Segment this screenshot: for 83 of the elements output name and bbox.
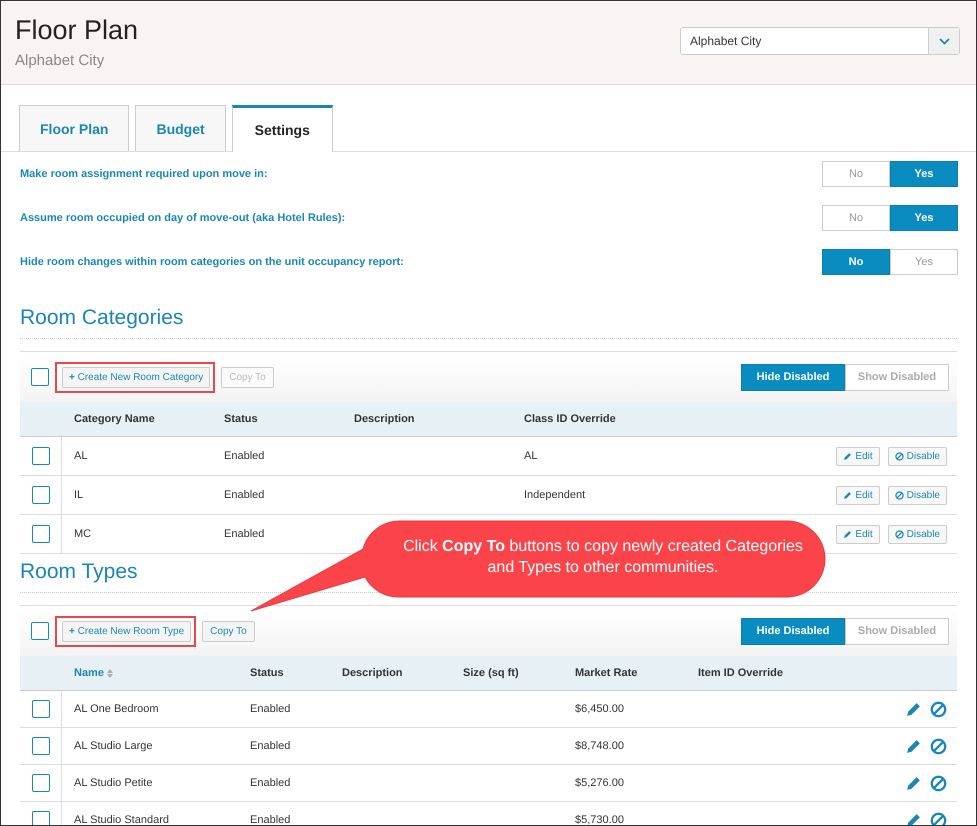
table-cell: Independent [524, 489, 586, 501]
column-header: Category Name [74, 413, 155, 425]
create-button[interactable]: + Create New Room Type [62, 620, 192, 642]
edit-icon[interactable] [905, 738, 922, 754]
row-checkbox[interactable] [32, 525, 50, 543]
pencil-icon [843, 490, 852, 500]
disable-button[interactable]: Disable [888, 446, 947, 466]
table-cell: $5,730.00 [575, 814, 624, 825]
toggle-option[interactable]: No [822, 161, 890, 187]
filter-toggle[interactable]: Show Disabled [845, 364, 949, 390]
table-cell: Enabled [224, 528, 264, 540]
row-checkbox[interactable] [32, 811, 50, 825]
ban-icon [894, 490, 904, 500]
row-checkbox[interactable] [32, 774, 50, 792]
edit-button[interactable]: Edit [836, 486, 880, 504]
toggle-option[interactable]: Yes [890, 161, 958, 187]
disable-button[interactable]: Disable [888, 486, 947, 504]
disable-icon[interactable] [930, 738, 947, 754]
page-subtitle: Alphabet City [15, 52, 106, 69]
edit-icon[interactable] [905, 812, 922, 825]
disable-button[interactable]: Disable [888, 524, 947, 544]
table-cell: IL [74, 489, 84, 501]
table-cell: AL One Bedroom [74, 703, 159, 715]
column-header: Item ID Override [698, 667, 783, 679]
pencil-icon [843, 452, 852, 460]
table-cell: Enabled [224, 450, 264, 462]
row-checkbox[interactable] [32, 486, 50, 504]
filter-toggle[interactable]: Show Disabled [845, 618, 949, 644]
table-cell: Enabled [250, 814, 290, 825]
table-cell: Enabled [250, 740, 290, 752]
setting-label: Make room assignment required upon move in: [20, 168, 268, 180]
row-checkbox[interactable] [32, 700, 50, 718]
column-header[interactable]: Name [74, 667, 104, 679]
row-checkbox[interactable] [32, 447, 50, 465]
table-cell: MC [74, 528, 92, 540]
tab[interactable]: Budget [135, 105, 226, 151]
select-all-checkbox[interactable] [31, 368, 49, 386]
filter-toggle[interactable]: Hide Disabled [741, 364, 845, 390]
column-header: Status [250, 667, 284, 679]
disable-icon[interactable] [930, 812, 947, 825]
edit-icon[interactable] [905, 774, 922, 792]
table-cell: AL [524, 450, 538, 462]
toggle-option[interactable]: No [822, 205, 890, 231]
ban-icon [894, 530, 904, 538]
row-checkbox[interactable] [32, 737, 50, 755]
table-cell: AL Studio Standard [74, 814, 169, 825]
edit-icon[interactable] [905, 700, 922, 718]
column-header: Size (sq ft) [463, 667, 519, 679]
column-header: Status [224, 413, 258, 425]
column-header: Class ID Override [524, 413, 616, 425]
select-all-checkbox[interactable] [31, 622, 49, 640]
table-cell: Enabled [224, 489, 264, 501]
filter-toggle[interactable]: Hide Disabled [741, 618, 845, 644]
edit-button[interactable]: Edit [836, 446, 880, 466]
toggle-option[interactable]: Yes [890, 249, 958, 275]
column-header: Market Rate [575, 667, 638, 679]
table-cell: Enabled [250, 777, 290, 789]
toggle-option[interactable]: Yes [890, 205, 958, 231]
create-button[interactable]: + Create New Room Category [62, 366, 210, 388]
page-title: Floor Plan [15, 15, 138, 46]
disable-icon[interactable] [930, 700, 947, 718]
table-cell: $6,450.00 [575, 703, 624, 715]
table-cell: $5,276.00 [575, 777, 624, 789]
table-cell: AL Studio Large [74, 740, 152, 752]
tab[interactable]: Floor Plan [19, 105, 130, 151]
table-cell: AL [74, 450, 88, 462]
setting-label: Hide room changes within room categories on the unit occupancy report: [20, 256, 404, 268]
toggle-option[interactable]: No [822, 249, 890, 275]
ban-icon [894, 452, 904, 460]
section-heading: Room Categories [20, 304, 957, 339]
edit-button[interactable]: Edit [836, 524, 880, 544]
community-dropdown[interactable]: Alphabet City [680, 27, 960, 55]
column-header: Description [342, 667, 403, 679]
pencil-icon [843, 530, 852, 538]
copy-to-button[interactable]: Copy To [202, 620, 255, 642]
chevron-down-icon[interactable] [938, 38, 950, 44]
column-header: Description [354, 413, 415, 425]
table-cell: AL Studio Petite [74, 777, 152, 789]
disable-icon[interactable] [930, 774, 947, 792]
setting-label: Assume room occupied on day of move-out (aka Hotel Rules): [20, 212, 346, 224]
tab[interactable]: Settings [232, 105, 333, 152]
table-cell: Enabled [250, 703, 290, 715]
table-cell: $8,748.00 [575, 740, 624, 752]
